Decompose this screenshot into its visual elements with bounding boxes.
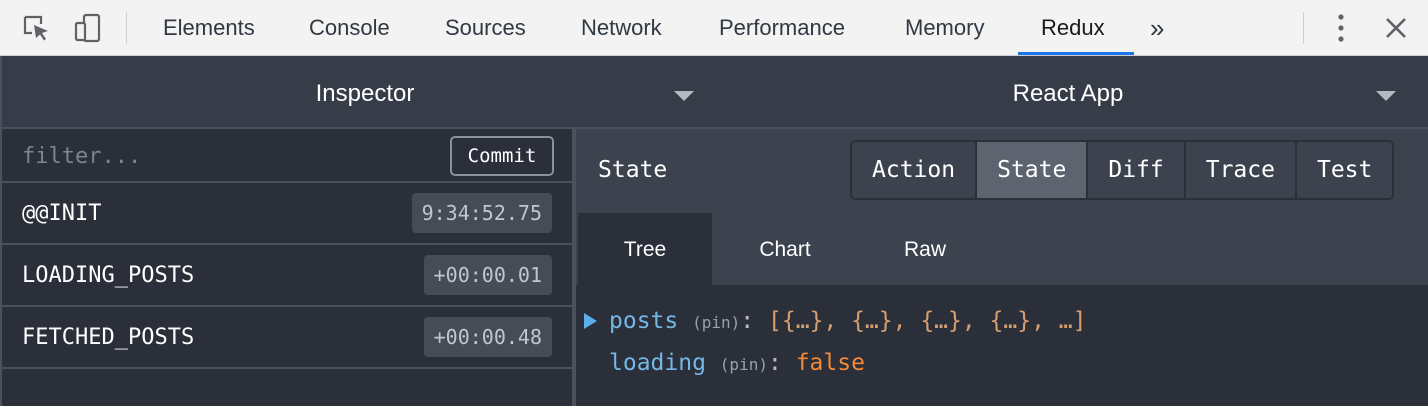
kebab-menu-icon[interactable]: [1328, 0, 1354, 56]
tab-network[interactable]: Network: [581, 0, 662, 56]
action-item[interactable]: @@INIT 9:34:52.75: [2, 183, 574, 245]
more-tabs-icon[interactable]: »: [1150, 0, 1164, 56]
tree-colon: :: [767, 350, 782, 376]
monitor-select[interactable]: Inspector: [2, 56, 728, 129]
filter-input[interactable]: [22, 139, 422, 173]
state-view-tabs: Tree Chart Raw: [576, 213, 1428, 285]
tab-console[interactable]: Console: [309, 0, 390, 56]
toolbar-separator: [1303, 12, 1304, 44]
tree-row-posts[interactable]: posts (pin): [{…}, {…}, {…}, {…}, …]: [609, 301, 1087, 341]
commit-button[interactable]: Commit: [450, 136, 554, 176]
pin-button[interactable]: (pin): [720, 355, 768, 374]
tab-tree[interactable]: Tree: [578, 213, 712, 285]
action-button[interactable]: Action: [852, 142, 978, 198]
inspector-pane: State Action State Diff Trace Test Tree …: [576, 129, 1428, 406]
tab-redux[interactable]: Redux: [1041, 0, 1105, 56]
action-time-badge: 9:34:52.75: [411, 193, 552, 233]
action-item[interactable]: FETCHED_POSTS +00:00.48: [2, 307, 574, 369]
filter-row: Commit: [2, 129, 574, 183]
tab-elements[interactable]: Elements: [163, 0, 255, 56]
test-button[interactable]: Test: [1297, 142, 1392, 198]
tree-key: posts: [609, 308, 679, 334]
action-name: LOADING_POSTS: [22, 263, 195, 288]
inspector-mode-buttons: Action State Diff Trace Test: [850, 140, 1395, 200]
action-name: @@INIT: [22, 201, 102, 226]
tab-sources[interactable]: Sources: [445, 0, 526, 56]
close-icon[interactable]: [1382, 0, 1410, 56]
chevron-down-icon[interactable]: [674, 91, 694, 101]
inspect-element-icon[interactable]: [18, 0, 54, 56]
devtools-tab-bar: Elements Console Sources Network Perform…: [0, 0, 1428, 56]
state-button[interactable]: State: [977, 142, 1089, 198]
tab-memory[interactable]: Memory: [905, 0, 984, 56]
diff-button[interactable]: Diff: [1088, 142, 1186, 198]
action-name: FETCHED_POSTS: [22, 325, 195, 350]
pin-button[interactable]: (pin): [692, 313, 740, 332]
device-toolbar-icon[interactable]: [70, 0, 106, 56]
chevron-down-icon[interactable]: [1376, 91, 1396, 101]
inspector-title: State: [598, 157, 668, 183]
instance-select[interactable]: React App: [728, 56, 1408, 129]
redux-header: Inspector React App: [0, 56, 1428, 129]
action-item[interactable]: LOADING_POSTS +00:00.01: [2, 245, 574, 307]
tab-performance[interactable]: Performance: [719, 0, 845, 56]
expand-arrow-icon[interactable]: [584, 313, 597, 329]
state-tree: posts (pin): [{…}, {…}, {…}, {…}, …] loa…: [576, 285, 1428, 406]
tree-key: loading: [609, 350, 706, 376]
action-time-badge: +00:00.01: [423, 255, 552, 295]
tab-chart[interactable]: Chart: [718, 213, 852, 285]
inspector-toolbar: State Action State Diff Trace Test: [576, 129, 1428, 213]
toolbar-separator: [126, 12, 127, 44]
tree-row-loading[interactable]: loading (pin): false: [609, 343, 865, 383]
action-list-pane: Commit @@INIT 9:34:52.75 LOADING_POSTS +…: [0, 129, 574, 406]
tree-value: [{…}, {…}, {…}, {…}, …]: [768, 308, 1087, 334]
trace-button[interactable]: Trace: [1186, 142, 1297, 198]
active-tab-indicator: [1018, 52, 1134, 55]
tree-colon: :: [740, 308, 755, 334]
action-time-badge: +00:00.48: [423, 317, 552, 357]
tree-value: false: [795, 350, 865, 376]
tab-raw[interactable]: Raw: [858, 213, 992, 285]
